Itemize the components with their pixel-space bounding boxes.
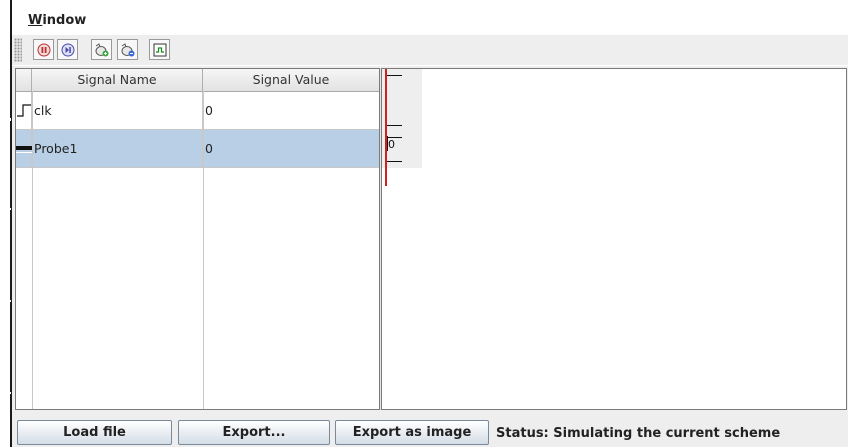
export-button[interactable]: Export... — [178, 420, 330, 445]
column-header-signal-value[interactable]: Signal Value — [203, 69, 379, 91]
signal-name-cell: Probe1 — [32, 130, 203, 167]
row-icon-cell — [16, 130, 32, 167]
column-divider — [32, 91, 33, 409]
signal-value-cell[interactable]: 0 — [203, 92, 379, 129]
waveform-panel[interactable]: 0 — [381, 68, 847, 410]
export-as-image-button[interactable]: Export as image — [335, 420, 489, 445]
menu-window-mnemonic: W — [28, 13, 43, 28]
pause-button[interactable] — [33, 39, 54, 60]
bottom-bar: Load file Export... Export as image Stat… — [12, 412, 848, 447]
menu-bar: Window — [12, 0, 848, 35]
load-file-button[interactable]: Load file — [17, 420, 172, 445]
column-divider — [203, 91, 204, 409]
menu-window-rest: indow — [42, 13, 87, 28]
column-header-icon — [16, 69, 32, 91]
add-probe-icon — [94, 42, 110, 58]
main-area: Signal Name Signal Value clk 0 Probe1 0 … — [12, 66, 848, 412]
toolbar-grip[interactable] — [14, 38, 22, 62]
signal-table: Signal Name Signal Value clk 0 Probe1 0 — [15, 68, 380, 410]
remove-probe-icon — [120, 42, 136, 58]
step-button[interactable] — [57, 39, 78, 60]
row-icon-cell — [16, 92, 32, 129]
waveform-trace-area — [382, 69, 422, 168]
add-probe-button[interactable] — [91, 39, 112, 60]
pause-icon — [37, 43, 51, 57]
table-row[interactable]: clk 0 — [16, 92, 379, 130]
signal-table-header: Signal Name Signal Value — [16, 69, 379, 92]
clk-trace-line — [385, 75, 402, 76]
waveform-icon — [153, 43, 167, 57]
toolbar — [12, 35, 848, 65]
waveform-button[interactable] — [149, 39, 170, 60]
signal-value-cell[interactable]: 0 — [203, 130, 379, 167]
probe1-trace-lower — [385, 161, 402, 162]
probe1-trace-value: 0 — [388, 138, 395, 151]
remove-probe-button[interactable] — [117, 39, 138, 60]
probe1-trace-top — [385, 125, 402, 126]
window-left-edge — [0, 0, 12, 447]
table-row[interactable]: Probe1 0 — [16, 130, 379, 168]
step-icon — [61, 43, 75, 57]
column-header-signal-name[interactable]: Signal Name — [32, 69, 203, 91]
time-cursor[interactable] — [385, 69, 387, 186]
menu-window[interactable]: Window — [28, 13, 86, 28]
status-text: Status: Simulating the current scheme — [496, 426, 781, 441]
signal-name-cell: clk — [32, 92, 203, 129]
